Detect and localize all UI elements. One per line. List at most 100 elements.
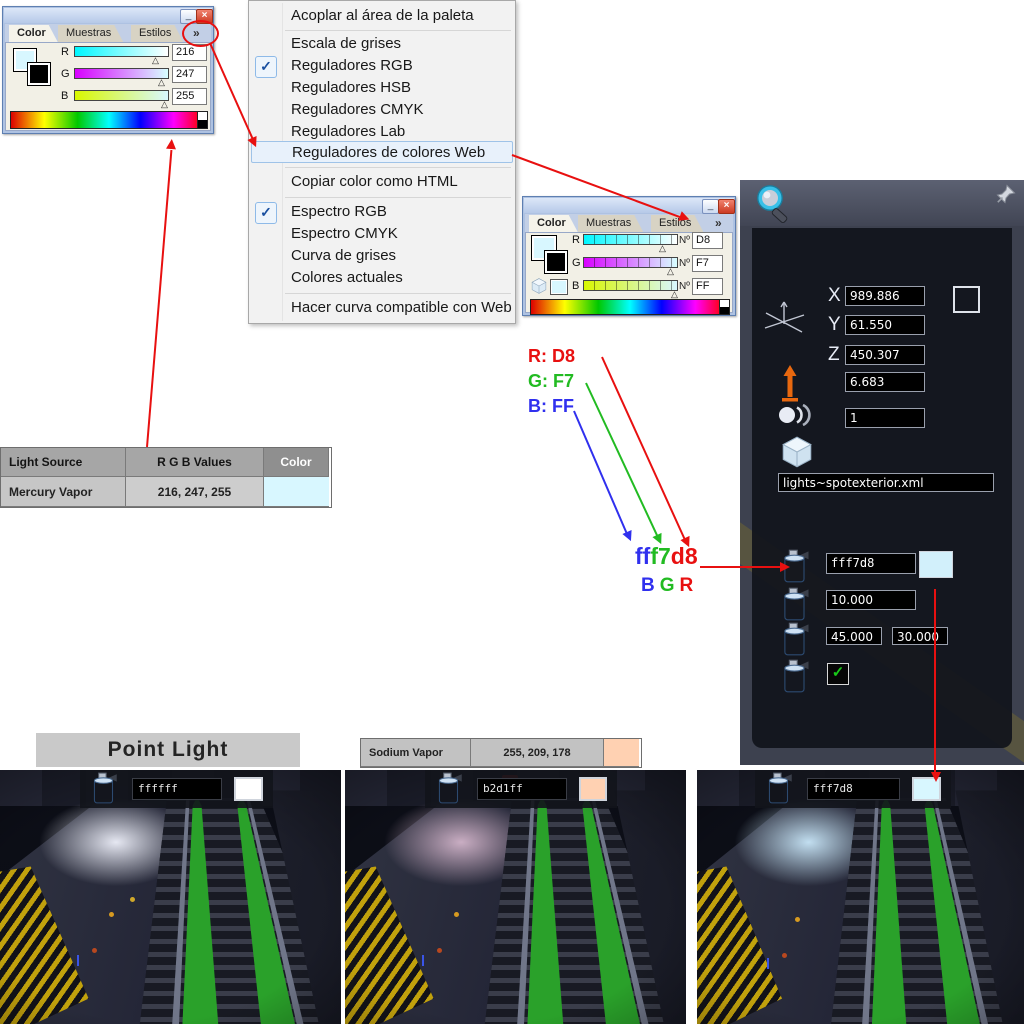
menu-item-reguladores-hsb[interactable]: Reguladores HSB bbox=[251, 77, 513, 99]
tab-color[interactable]: Color bbox=[9, 25, 58, 42]
height-field[interactable]: 6.683 bbox=[845, 372, 925, 392]
table-header-light-source: Light Source bbox=[1, 448, 126, 477]
minimize-button[interactable]: _ bbox=[702, 199, 719, 214]
background-color-swatch[interactable] bbox=[544, 250, 568, 274]
menu-item-escala-de-grises[interactable]: Escala de grises bbox=[251, 33, 513, 55]
point-light-caption: Point Light bbox=[36, 733, 300, 767]
b-hex-input[interactable]: FF bbox=[692, 278, 723, 295]
cone-angle-field-2[interactable]: 30.000 bbox=[892, 627, 948, 645]
tab-estilos[interactable]: Estilos bbox=[651, 215, 703, 232]
g-web-slider[interactable] bbox=[583, 257, 678, 268]
g-slider-handle[interactable]: △ bbox=[158, 78, 165, 86]
annotation-g-value: G: F7 bbox=[528, 371, 574, 392]
menu-item-curva-de-grises[interactable]: Curva de grises bbox=[251, 245, 513, 267]
g-slider-label: G bbox=[572, 257, 581, 269]
g-slider-handle[interactable]: △ bbox=[667, 267, 674, 275]
menu-item-reguladores-cmyk[interactable]: Reguladores CMYK bbox=[251, 99, 513, 121]
tab-muestras[interactable]: Muestras bbox=[58, 25, 123, 42]
tutorial-canvas: _ × Color Muestras Estilos » R △ 216 G △… bbox=[0, 0, 1024, 1024]
menu-item-espectro-rgb[interactable]: Espectro RGB bbox=[251, 201, 513, 223]
table-header-color: Color bbox=[264, 448, 329, 477]
light-cone-spray-icon bbox=[780, 621, 810, 657]
scene-color-swatch[interactable] bbox=[234, 777, 263, 801]
arrow-head bbox=[166, 139, 177, 150]
menu-item-reguladores-colores-web[interactable]: Reguladores de colores Web bbox=[251, 141, 513, 163]
menu-item-reguladores-lab[interactable]: Reguladores Lab bbox=[251, 121, 513, 143]
tab-estilos[interactable]: Estilos bbox=[131, 25, 183, 42]
table-cell-mercury-rgb: 216, 247, 255 bbox=[126, 477, 264, 507]
menu-item-reguladores-rgb[interactable]: Reguladores RGB bbox=[251, 55, 513, 77]
order-r: R bbox=[680, 575, 699, 596]
scene-hex-field[interactable]: fff7d8 bbox=[807, 778, 900, 800]
annotation-b-value: B: FF bbox=[528, 396, 574, 417]
scene-lamp-dot bbox=[92, 948, 97, 953]
z-axis-label: Z bbox=[828, 344, 840, 366]
cone-angle-field-1[interactable]: 45.000 bbox=[826, 627, 882, 645]
y-position-field[interactable]: 61.550 bbox=[845, 315, 925, 335]
menu-item-colores-actuales[interactable]: Colores actuales bbox=[251, 267, 513, 289]
scene-hex-field[interactable]: b2d1ff bbox=[477, 778, 567, 800]
color-panel-rgb: _ × Color Muestras Estilos » R △ 216 G △… bbox=[2, 6, 214, 134]
r-slider-handle[interactable]: △ bbox=[152, 56, 159, 64]
arrow-line bbox=[601, 357, 685, 540]
scene-lamp-dot bbox=[130, 897, 135, 902]
z-position-field[interactable]: 450.307 bbox=[845, 345, 925, 365]
palette-menu-chevron[interactable]: » bbox=[715, 216, 722, 230]
color-spectrum-bar[interactable] bbox=[530, 299, 730, 315]
menu-separator bbox=[285, 167, 511, 168]
menu-item-curva-compatible-web[interactable]: Hacer curva compatible con Web bbox=[251, 297, 513, 319]
arrow-head bbox=[780, 562, 790, 572]
g-value-input[interactable]: 247 bbox=[172, 66, 207, 83]
g-slider[interactable] bbox=[74, 68, 169, 79]
b-value-input[interactable]: 255 bbox=[172, 88, 207, 105]
hex-blue-part: ff bbox=[635, 543, 650, 569]
web-color-swatch[interactable] bbox=[550, 279, 568, 295]
color-spectrum-bar[interactable] bbox=[10, 111, 208, 129]
sodium-vapor-row: Sodium Vapor 255, 209, 178 bbox=[360, 738, 642, 768]
light-color-hex-field[interactable]: fff7d8 bbox=[826, 553, 916, 574]
b-slider-label: B bbox=[572, 280, 579, 292]
g-slider-label: G bbox=[61, 68, 70, 80]
b-web-slider[interactable] bbox=[583, 280, 678, 291]
b-slider[interactable] bbox=[74, 90, 169, 101]
position-axes-icon bbox=[760, 296, 808, 342]
menu-separator bbox=[285, 293, 511, 294]
r-slider-handle[interactable]: △ bbox=[659, 244, 666, 252]
r-slider-label: R bbox=[61, 46, 69, 58]
height-arrow-icon bbox=[778, 363, 802, 405]
scene-color-swatch[interactable] bbox=[579, 777, 607, 801]
web-safe-cube-icon[interactable] bbox=[530, 277, 548, 295]
light-radius-field[interactable]: 10.000 bbox=[826, 590, 916, 610]
tab-strip: Color Muestras Estilos » bbox=[5, 24, 211, 42]
count-field[interactable]: 1 bbox=[845, 408, 925, 428]
light-color-swatch[interactable] bbox=[919, 551, 953, 578]
scene-vignette bbox=[697, 770, 1024, 1024]
menu-item-espectro-cmyk[interactable]: Espectro CMYK bbox=[251, 223, 513, 245]
light-radius-spray-icon bbox=[780, 586, 810, 622]
x-position-field[interactable]: 989.886 bbox=[845, 286, 925, 306]
light-source-table: Light Source R G B Values Color Mercury … bbox=[0, 447, 332, 508]
scene-hex-field[interactable]: ffffff bbox=[132, 778, 222, 800]
menu-item-acoplar[interactable]: Acoplar al área de la paleta bbox=[251, 5, 513, 27]
r-hex-label: Nº bbox=[679, 235, 690, 246]
light-enabled-checkbox[interactable]: ✓ bbox=[827, 663, 849, 685]
arrow-line bbox=[700, 566, 780, 568]
r-hex-input[interactable]: D8 bbox=[692, 232, 723, 249]
close-button[interactable]: × bbox=[718, 199, 735, 214]
table-header-rgb-values: R G B Values bbox=[126, 448, 264, 477]
menu-item-copiar-color-html[interactable]: Copiar color como HTML bbox=[251, 171, 513, 193]
tab-color[interactable]: Color bbox=[529, 215, 578, 232]
b-slider-handle[interactable]: △ bbox=[671, 290, 678, 298]
palette-flyout-menu: Acoplar al área de la paleta Escala de g… bbox=[248, 0, 516, 324]
table-cell-sodium-color-swatch bbox=[604, 739, 639, 767]
y-axis-label: Y bbox=[828, 314, 841, 336]
background-color-swatch[interactable] bbox=[27, 62, 51, 86]
pin-icon[interactable] bbox=[996, 184, 1016, 204]
magnifier-icon[interactable] bbox=[752, 183, 796, 227]
g-hex-input[interactable]: F7 bbox=[692, 255, 723, 272]
b-slider-handle[interactable]: △ bbox=[161, 100, 168, 108]
scene-color-overlay: fff7d8 bbox=[755, 770, 951, 808]
lock-checkbox[interactable] bbox=[953, 286, 980, 313]
asset-filename-field[interactable]: lights~spotexterior.xml bbox=[778, 473, 994, 492]
tab-muestras[interactable]: Muestras bbox=[578, 215, 643, 232]
